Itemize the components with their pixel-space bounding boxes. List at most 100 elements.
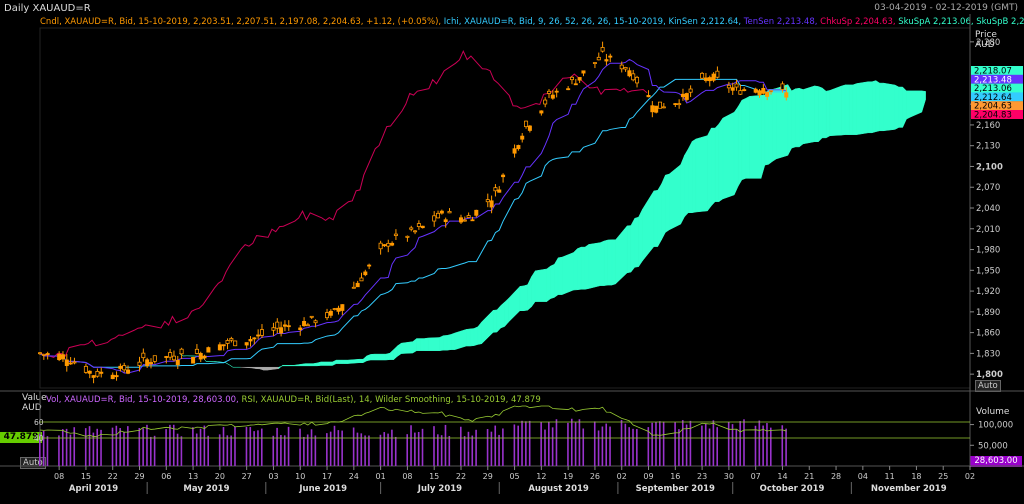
- candle-body: [286, 325, 291, 328]
- volume-bar: [731, 424, 734, 466]
- candle-body: [325, 312, 330, 319]
- volume-bar: [544, 429, 546, 466]
- cloud-segment: [714, 123, 720, 202]
- volume-tick-label: 100,000: [978, 421, 1013, 431]
- volume-bar: [341, 430, 343, 466]
- cloud-segment: [255, 366, 260, 370]
- cloud-segment: [263, 366, 268, 371]
- cloud-segment: [906, 90, 911, 120]
- volume-bar: [115, 425, 118, 466]
- cloud-segment: [733, 105, 739, 195]
- cloud-segment: [642, 190, 655, 262]
- cloud-segment: [523, 284, 528, 312]
- candle-body: [305, 324, 310, 327]
- cloud-segment: [305, 363, 310, 367]
- cloud-segment: [657, 182, 662, 248]
- cloud-segment: [760, 94, 766, 179]
- cloud-segment: [546, 265, 551, 303]
- cloud-segment: [427, 337, 440, 351]
- volume-bar: [448, 435, 451, 466]
- cloud-segment: [668, 164, 681, 231]
- cloud-segment: [362, 355, 368, 364]
- cloud-segment: [634, 216, 639, 268]
- candle-body: [493, 187, 498, 192]
- volume-bar: [391, 429, 393, 466]
- cloud-segment: [385, 352, 391, 361]
- candle-body: [282, 324, 287, 327]
- candle-body: [734, 83, 739, 88]
- price-tick-label: 1,890: [976, 308, 1000, 318]
- candle-body: [592, 62, 597, 64]
- candle-body: [191, 356, 196, 364]
- volume-bar: [502, 428, 504, 466]
- cloud-segment: [638, 209, 643, 268]
- candle-body: [217, 344, 222, 351]
- candle-body: [382, 244, 387, 247]
- day-tick-label: 07: [751, 472, 761, 481]
- volume-bar: [735, 429, 738, 466]
- cloud-segment: [577, 246, 582, 291]
- cloud-segment: [282, 364, 287, 367]
- month-label: May 2019: [183, 484, 229, 494]
- cloud-segment: [921, 90, 926, 113]
- candle-body: [761, 87, 766, 94]
- candle-body: [654, 105, 659, 113]
- day-tick-label: 25: [938, 472, 948, 481]
- candle-body: [768, 90, 773, 93]
- volume-bar: [628, 427, 630, 466]
- price-tick-label: 2,010: [976, 225, 1000, 235]
- candle-body: [619, 64, 624, 70]
- cloud-segment: [822, 87, 827, 139]
- cloud-segment: [286, 364, 291, 367]
- candle-body: [673, 103, 678, 105]
- volume-bar: [632, 428, 634, 466]
- candle-body: [730, 87, 735, 91]
- candle-body: [677, 103, 682, 106]
- day-tick-label: 01: [376, 472, 386, 481]
- month-label: October 2019: [760, 484, 825, 494]
- volume-bar: [65, 428, 68, 466]
- candle-body: [359, 277, 364, 282]
- candle-body: [550, 94, 555, 99]
- cloud-segment: [466, 328, 471, 347]
- volume-bar: [659, 421, 661, 466]
- volume-bar: [192, 427, 194, 466]
- price-tick-label: 1,920: [976, 287, 1000, 297]
- candle-body: [489, 200, 494, 208]
- cloud-segment: [791, 88, 796, 149]
- candle-body: [715, 70, 720, 78]
- candle-body: [145, 359, 150, 367]
- candle-body: [41, 353, 46, 356]
- day-tick-label: 06: [161, 472, 171, 481]
- candle-body: [474, 209, 479, 216]
- volume-bar: [463, 436, 466, 466]
- volume-bar: [100, 429, 102, 466]
- volume-bar: [368, 435, 370, 466]
- volume-bar: [743, 419, 745, 466]
- volume-bar: [46, 436, 49, 466]
- volume-bar: [123, 432, 125, 466]
- candle-body: [110, 374, 115, 380]
- cloud-segment: [630, 218, 635, 273]
- candle-body: [757, 90, 762, 96]
- volume-bar: [180, 436, 183, 466]
- cloud-segment: [278, 364, 283, 370]
- candle-body: [405, 235, 410, 238]
- cloud-segment: [439, 335, 444, 351]
- volume-bar: [655, 421, 657, 466]
- cloud-segment: [814, 85, 819, 142]
- candle-body: [194, 348, 199, 354]
- candle-body: [439, 210, 444, 214]
- cloud-segment: [393, 345, 398, 361]
- cloud-segment: [584, 243, 590, 290]
- candle-body: [443, 219, 448, 223]
- cloud-segment: [293, 363, 306, 367]
- cloud-segment: [389, 349, 394, 360]
- volume-bar: [394, 436, 397, 466]
- month-label: August 2019: [528, 484, 589, 494]
- volume-bar: [276, 427, 278, 466]
- volume-bar: [459, 426, 462, 466]
- cloud-segment: [401, 341, 414, 354]
- cloud-segment: [469, 328, 475, 347]
- cloud-segment: [818, 86, 823, 143]
